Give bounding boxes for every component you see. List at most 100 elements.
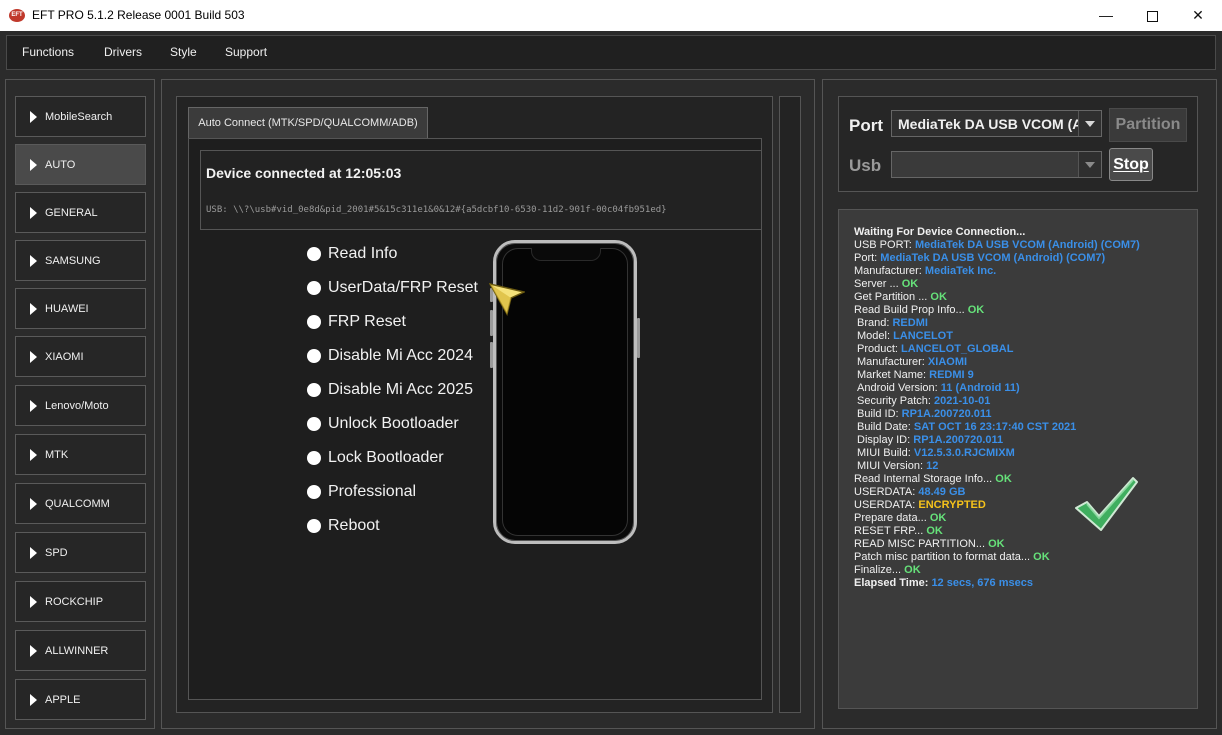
option-unlock-bootloader[interactable]: Unlock Bootloader (328, 415, 459, 433)
sidebar-item-qualcomm[interactable]: QUALCOMM (15, 483, 146, 524)
log-line: Market Name: REDMI 9 (854, 369, 1140, 382)
option-disable-mi-acc-2024[interactable]: Disable Mi Acc 2024 (328, 347, 473, 365)
menu-support[interactable]: Support (225, 45, 267, 59)
log-key: Finalize... (854, 564, 905, 576)
radio-read-info[interactable] (307, 247, 321, 261)
tab-auto-connect[interactable]: Auto Connect (MTK/SPD/QUALCOMM/ADB) (188, 107, 428, 138)
radio-disable-mi-acc-2024[interactable] (307, 349, 321, 363)
log-value: LANCELOT (893, 330, 953, 342)
sidebar-item-lenovo-moto[interactable]: Lenovo/Moto (15, 385, 146, 426)
log-value: OK (930, 291, 947, 303)
radio-professional[interactable] (307, 485, 321, 499)
log-line: Build Date: SAT OCT 16 23:17:40 CST 2021 (854, 421, 1140, 434)
radio-frp-reset[interactable] (307, 315, 321, 329)
sidebar-item-xiaomi[interactable]: XIAOMI (15, 336, 146, 377)
radio-unlock-bootloader[interactable] (307, 417, 321, 431)
log-line: Display ID: RP1A.200720.011 (854, 434, 1140, 447)
log-key: Port: (854, 252, 881, 264)
radio-reboot[interactable] (307, 519, 321, 533)
log-key: USERDATA: (854, 499, 919, 511)
window-title: EFT PRO 5.1.2 Release 0001 Build 503 (32, 8, 245, 22)
port-select[interactable]: MediaTek DA USB VCOM (Android) (COM7) (891, 110, 1102, 137)
log-key: MIUI Build: (857, 447, 914, 459)
phone-power-button (637, 318, 640, 358)
log-value: RP1A.200720.011 (913, 434, 1004, 446)
log-value: MediaTek DA USB VCOM (Android) (COM7) (880, 252, 1106, 264)
partition-button[interactable]: Partition (1109, 108, 1187, 142)
log-value: LANCELOT_GLOBAL (901, 343, 1014, 355)
log-key: Market Name: (857, 369, 930, 381)
close-button[interactable]: ✕ (1175, 0, 1221, 31)
checkmark-icon (1075, 477, 1138, 531)
log-key: Manufacturer: (857, 356, 928, 368)
log-line: Waiting For Device Connection... (854, 226, 1140, 239)
log-key: Build ID: (857, 408, 902, 420)
menu-drivers[interactable]: Drivers (104, 45, 142, 59)
sidebar-item-huawei[interactable]: HUAWEI (15, 288, 146, 329)
option-lock-bootloader[interactable]: Lock Bootloader (328, 449, 444, 467)
log-output: Waiting For Device Connection... USB PORT… (854, 226, 1140, 590)
arrow-right-icon (30, 255, 37, 267)
log-value: OK (929, 512, 947, 524)
radio-userdata-frp-reset[interactable] (307, 281, 321, 295)
sidebar-item-mobilesearch[interactable]: MobileSearch (15, 96, 146, 137)
device-info-box (200, 150, 762, 230)
title-bar: EFT EFT PRO 5.1.2 Release 0001 Build 503… (0, 0, 1222, 31)
radio-disable-mi-acc-2025[interactable] (307, 383, 321, 397)
log-value: MediaTek DA USB VCOM (Android) (COM7) (914, 239, 1140, 251)
menu-style[interactable]: Style (170, 45, 197, 59)
log-key: Read Internal Storage Info... (854, 473, 996, 485)
menu-functions[interactable]: Functions (22, 45, 74, 59)
log-value: OK (901, 278, 919, 290)
log-key: Get Partition ... (854, 291, 931, 303)
sidebar-item-rockchip[interactable]: ROCKCHIP (15, 581, 146, 622)
minimize-button[interactable]: — (1083, 0, 1129, 31)
log-line: Server ... OK (854, 278, 1140, 291)
log-value: OK (926, 525, 943, 537)
radio-lock-bootloader[interactable] (307, 451, 321, 465)
log-key: Brand: (857, 317, 893, 329)
vertical-scrollbar[interactable] (779, 96, 801, 713)
log-line: Product: LANCELOT_GLOBAL (854, 343, 1140, 356)
sidebar-item-general[interactable]: GENERAL (15, 192, 146, 233)
option-professional[interactable]: Professional (328, 483, 416, 501)
sidebar-item-auto[interactable]: AUTO (15, 144, 146, 185)
log-line: Get Partition ... OK (854, 291, 1140, 304)
log-key: Security Patch: (857, 395, 935, 407)
sidebar-item-samsung[interactable]: SAMSUNG (15, 240, 146, 281)
log-line: Patch misc partition to format data... O… (854, 551, 1140, 564)
phone-notch (531, 248, 601, 261)
usb-select[interactable] (891, 151, 1102, 178)
log-value: OK (995, 473, 1012, 485)
log-value: 48.49 GB (918, 486, 966, 498)
option-userdata-frp-reset[interactable]: UserData/FRP Reset (328, 279, 478, 297)
log-key: Manufacturer: (854, 265, 925, 277)
log-key: Server ... (854, 278, 902, 290)
log-key: Patch misc partition to format data... (854, 551, 1034, 563)
option-disable-mi-acc-2025[interactable]: Disable Mi Acc 2025 (328, 381, 473, 399)
mouse-cursor-icon (489, 282, 525, 316)
log-line: Manufacturer: MediaTek Inc. (854, 265, 1140, 278)
option-read-info[interactable]: Read Info (328, 245, 397, 263)
stop-button-label: Stop (1113, 156, 1149, 173)
log-value: 12 secs, 676 msecs (931, 577, 1033, 589)
sidebar-item-mtk[interactable]: MTK (15, 434, 146, 475)
chevron-down-icon[interactable] (1078, 152, 1101, 177)
log-key: Display ID: (857, 434, 914, 446)
stop-button[interactable]: Stop (1109, 148, 1153, 181)
log-value: REDMI (892, 317, 928, 329)
log-value: OK (988, 538, 1005, 550)
log-key: Product: (857, 343, 902, 355)
sidebar-item-spd[interactable]: SPD (15, 532, 146, 573)
arrow-right-icon (30, 596, 37, 608)
maximize-button[interactable] (1129, 0, 1175, 31)
log-value: ENCRYPTED (918, 499, 986, 511)
chevron-down-icon[interactable] (1078, 111, 1101, 136)
option-reboot[interactable]: Reboot (328, 517, 380, 535)
app-logo: EFT (9, 9, 25, 22)
port-label: Port (849, 116, 883, 135)
sidebar-item-allwinner[interactable]: ALLWINNER (15, 630, 146, 671)
option-frp-reset[interactable]: FRP Reset (328, 313, 406, 331)
log-value: MediaTek Inc. (924, 265, 997, 277)
sidebar-item-apple[interactable]: APPLE (15, 679, 146, 720)
